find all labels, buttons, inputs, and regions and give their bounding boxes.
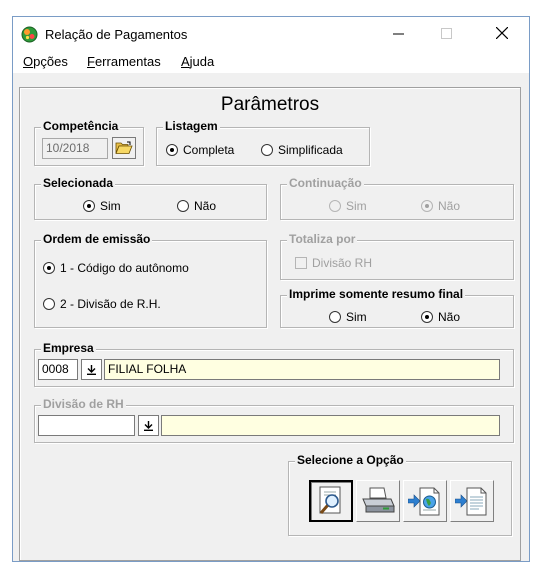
- empresa-label: Empresa: [41, 341, 96, 355]
- menu-ajuda[interactable]: Ajuda: [181, 54, 214, 69]
- ordem-codigo-text: 1 - Código do autônomo: [60, 261, 189, 275]
- maximize-icon: [440, 27, 452, 39]
- export-globe-document-icon: [408, 487, 440, 516]
- ordem-divisao-radio[interactable]: [43, 298, 55, 310]
- resumo-nao-radio[interactable]: [421, 311, 433, 323]
- totaliza-label: Totaliza por: [287, 232, 358, 246]
- resumo-sim-text: Sim: [346, 310, 367, 324]
- competencia-picker-button[interactable]: [112, 137, 136, 159]
- resumo-sim-option[interactable]: Sim: [329, 310, 367, 324]
- resumo-label: Imprime somente resumo final: [287, 287, 466, 301]
- export-document-icon: [455, 487, 487, 516]
- resumo-nao-text: Não: [438, 310, 461, 324]
- folder-open-icon: [115, 141, 133, 154]
- window-title: Relação de Pagamentos: [45, 27, 188, 42]
- divisao-name-field[interactable]: [161, 415, 500, 436]
- competencia-group: Competência 10/2018: [34, 119, 144, 166]
- totaliza-group: Totaliza por Divisão RH: [280, 232, 514, 280]
- selecionada-sim-option[interactable]: Sim: [83, 199, 121, 213]
- menu-ferramentas[interactable]: Ferramentas: [87, 54, 161, 69]
- export-document-button[interactable]: [450, 480, 494, 522]
- divisao-code-field[interactable]: [38, 415, 135, 436]
- listagem-simplificada-option[interactable]: Simplificada: [261, 143, 343, 157]
- selecionada-sim-text: Sim: [100, 199, 121, 213]
- menu-bar: Opções Ferramentas Ajuda: [13, 49, 529, 73]
- resumo-nao-option[interactable]: Não: [421, 310, 460, 324]
- continuacao-sim-option: Sim: [329, 199, 367, 213]
- listagem-simplificada-text: Simplificada: [278, 143, 343, 157]
- minimize-icon: [392, 33, 404, 34]
- divisao-lookup-button[interactable]: [138, 415, 159, 436]
- ordem-codigo-option[interactable]: 1 - Código do autônomo: [43, 261, 189, 275]
- competencia-label: Competência: [41, 119, 121, 133]
- listagem-simplificada-radio[interactable]: [261, 144, 273, 156]
- listagem-completa-text: Completa: [183, 143, 235, 157]
- app-window: Relação de Pagamentos Opções Ferramentas…: [12, 16, 530, 562]
- selecionada-nao-radio[interactable]: [177, 200, 189, 212]
- menu-opcoes[interactable]: Opções: [23, 54, 68, 69]
- arrow-down-bar-icon: [144, 420, 153, 431]
- selecionada-sim-radio[interactable]: [83, 200, 95, 212]
- selecionada-label: Selecionada: [41, 176, 116, 190]
- app-green-orb-icon: [21, 26, 38, 43]
- continuacao-nao-radio: [421, 200, 433, 212]
- print-button[interactable]: [356, 480, 400, 522]
- selecionada-nao-text: Não: [194, 199, 217, 213]
- ordem-codigo-radio[interactable]: [43, 262, 55, 274]
- listagem-completa-option[interactable]: Completa: [166, 143, 234, 157]
- competencia-field[interactable]: 10/2018: [42, 138, 108, 159]
- close-icon: [496, 27, 508, 39]
- totaliza-divisao-checkbox: [295, 257, 307, 269]
- selecione-opcao-label: Selecione a Opção: [295, 453, 406, 467]
- selecionada-group: Selecionada Sim Não: [34, 176, 267, 220]
- page-title: Parâmetros: [220, 94, 320, 115]
- minimize-button[interactable]: [375, 17, 421, 49]
- preview-button[interactable]: [309, 480, 353, 522]
- continuacao-group: Continuação Sim Não: [280, 176, 514, 220]
- arrow-down-bar-icon: [87, 364, 96, 375]
- parameters-panel: Parâmetros Competência 10/2018 Listagem …: [19, 87, 521, 561]
- close-button[interactable]: [479, 17, 525, 49]
- ordem-emissao-label: Ordem de emissão: [41, 232, 153, 246]
- title-bar: Relação de Pagamentos: [13, 17, 529, 49]
- maximize-button[interactable]: [423, 17, 469, 49]
- totaliza-divisao-option: Divisão RH: [295, 256, 372, 270]
- divisao-label: Divisão de RH: [41, 397, 126, 411]
- selecionada-nao-option[interactable]: Não: [177, 199, 216, 213]
- continuacao-label: Continuação: [287, 176, 364, 190]
- listagem-completa-radio[interactable]: [166, 144, 178, 156]
- continuacao-nao-text: Não: [438, 199, 461, 213]
- empresa-lookup-button[interactable]: [81, 359, 102, 380]
- empresa-name-field[interactable]: FILIAL FOLHA: [104, 359, 500, 380]
- ordem-divisao-text: 2 - Divisão de R.H.: [60, 297, 161, 311]
- resumo-sim-radio[interactable]: [329, 311, 341, 323]
- resumo-group: Imprime somente resumo final Sim Não: [280, 287, 514, 328]
- continuacao-sim-radio: [329, 200, 341, 212]
- totaliza-divisao-text: Divisão RH: [312, 256, 373, 270]
- ordem-divisao-option[interactable]: 2 - Divisão de R.H.: [43, 297, 161, 311]
- continuacao-sim-text: Sim: [346, 199, 367, 213]
- continuacao-nao-option: Não: [421, 199, 460, 213]
- printer-icon: [362, 487, 395, 513]
- listagem-group: Listagem Completa Simplificada: [156, 119, 370, 166]
- preview-magnifier-icon: [319, 486, 341, 514]
- listagem-label: Listagem: [163, 119, 220, 133]
- divisao-group: Divisão de RH: [34, 397, 514, 443]
- ordem-emissao-group: Ordem de emissão 1 - Código do autônomo …: [34, 232, 267, 328]
- selecione-opcao-group: Selecione a Opção: [288, 453, 512, 536]
- empresa-code-field[interactable]: 0008: [38, 359, 78, 380]
- empresa-group: Empresa 0008 FILIAL FOLHA: [34, 341, 514, 387]
- export-globe-button[interactable]: [403, 480, 447, 522]
